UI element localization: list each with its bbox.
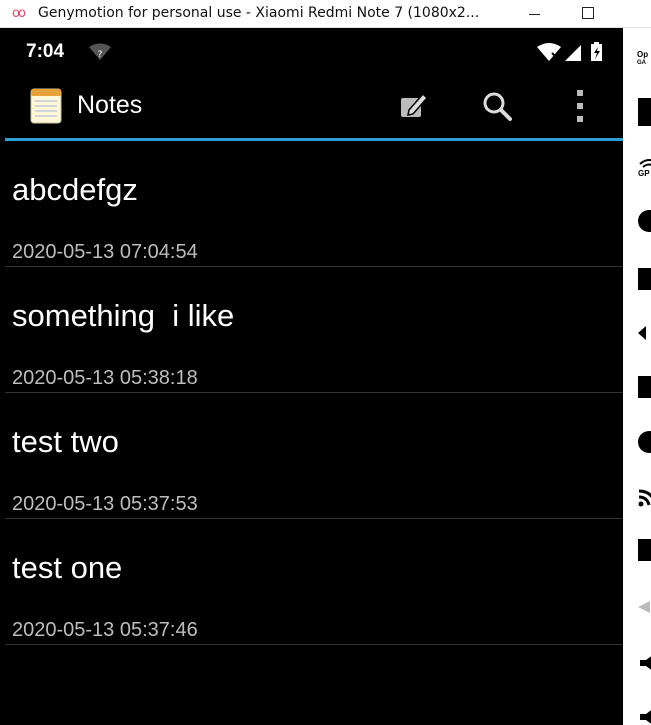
page-title: Notes: [77, 91, 143, 119]
maximize-icon: [582, 7, 594, 19]
sms-tool-icon[interactable]: [638, 539, 651, 561]
note-date: 2020-05-13 05:38:18: [12, 367, 198, 389]
list-item[interactable]: test one 2020-05-13 05:37:46: [5, 519, 623, 645]
battery-tool-icon[interactable]: [638, 98, 651, 126]
webcam-tool-icon[interactable]: [638, 210, 651, 232]
search-button[interactable]: [477, 86, 517, 126]
sidebar-label: Op: [637, 50, 649, 59]
list-item[interactable]: something i like 2020-05-13 05:38:18: [5, 267, 623, 393]
notes-list: abcdefgz 2020-05-13 07:04:54 something i…: [5, 141, 623, 645]
list-item[interactable]: abcdefgz 2020-05-13 07:04:54: [5, 141, 623, 267]
emulator-side-toolbar: Op GA GP: [623, 28, 651, 725]
volume-down-icon[interactable]: [638, 706, 651, 725]
genymotion-logo-icon: oo: [12, 6, 26, 21]
capture-tool-icon[interactable]: [638, 268, 651, 290]
wifi-unknown-icon: ?: [89, 43, 111, 60]
overflow-menu-button[interactable]: [560, 86, 600, 126]
disk-io-tool-icon[interactable]: [638, 431, 651, 453]
note-title: test two: [12, 424, 119, 459]
battery-icon: [591, 42, 602, 61]
search-icon: [483, 92, 512, 121]
rotate-tool-icon[interactable]: [638, 322, 651, 344]
sidebar-label: GA: [637, 60, 646, 66]
android-status-bar: 7:04 ?: [5, 34, 623, 68]
share-tool-icon[interactable]: [638, 596, 651, 618]
notepad-app-icon: [30, 88, 62, 124]
compose-icon: [401, 92, 429, 117]
note-title: something i like: [12, 298, 235, 333]
volume-up-icon[interactable]: [638, 652, 651, 674]
svg-text:?: ?: [98, 50, 103, 60]
note-date: 2020-05-13 05:37:53: [12, 493, 198, 515]
window-titlebar: oo Genymotion for personal use - Xiaomi …: [0, 0, 651, 28]
note-date: 2020-05-13 07:04:54: [12, 241, 198, 263]
status-icons: [537, 42, 602, 61]
note-date: 2020-05-13 05:37:46: [12, 619, 198, 641]
window-title: Genymotion for personal use - Xiaomi Red…: [38, 5, 480, 21]
signal-icon: [565, 45, 581, 61]
wifi-icon: [537, 43, 561, 61]
new-note-button[interactable]: [392, 86, 432, 126]
action-bar: Notes: [5, 74, 623, 138]
cast-tool-icon[interactable]: [638, 485, 651, 507]
gps-label: GP: [638, 169, 650, 178]
identifiers-tool-icon[interactable]: [638, 376, 651, 398]
more-vertical-icon: [577, 90, 583, 122]
maximize-button[interactable]: [570, 0, 606, 28]
note-title: test one: [12, 550, 123, 585]
list-item[interactable]: test two 2020-05-13 05:37:53: [5, 393, 623, 519]
status-time: 7:04: [26, 41, 65, 62]
gps-tool-button[interactable]: GP: [638, 156, 651, 178]
minimize-button[interactable]: [517, 0, 553, 28]
note-title: abcdefgz: [12, 172, 138, 207]
minimize-icon: [529, 14, 540, 15]
